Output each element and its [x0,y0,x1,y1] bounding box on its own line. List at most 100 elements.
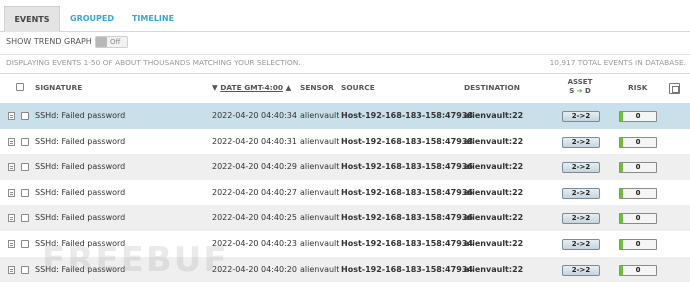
risk-fill [620,163,623,173]
date-cell: 2022-04-20 04:40:34 [212,111,297,120]
displaying-info: DISPLAYING EVENTS 1-50 OF ABOUT THOUSAND… [6,58,301,67]
tab-timeline[interactable]: TIMELINE [126,6,180,32]
tab-grouped[interactable]: GROUPED [64,6,120,32]
risk-fill [620,112,623,121]
event-detail-icon[interactable] [8,240,15,248]
source-cell[interactable]: Host-192-168-183-158:47934 [341,257,473,282]
destination-cell[interactable]: alienvault:22 [464,231,523,256]
date-cell: 2022-04-20 04:40:31 [212,136,297,146]
signature-cell[interactable]: SSHd: Failed password [35,205,125,230]
view-tabs: EVENTS GROUPED TIMELINE [0,0,690,32]
risk-value: 0 [635,214,641,223]
asset-value-badge: 2->2 [562,264,600,276]
col-date-label: DATE GMT-4:00 [220,83,284,92]
risk-fill [620,265,623,275]
destination-cell[interactable]: alienvault:22 [464,180,523,205]
col-asset-label: ASSET [567,78,593,86]
sensor-cell: alienvault [300,187,340,197]
row-checkbox[interactable] [21,137,29,146]
columns-config-icon[interactable] [669,83,680,94]
tab-events[interactable]: EVENTS [4,6,60,32]
risk-fill [620,188,623,198]
event-detail-icon[interactable] [8,188,15,197]
asset-source-letter: S [569,87,575,95]
col-date[interactable]: ▼ DATE GMT-4:00 ▲ [212,74,291,102]
signature-cell[interactable]: SSHd: Failed password [35,103,125,128]
trend-graph-label: SHOW TREND GRAPH [6,37,92,46]
sensor-cell: alienvault [300,162,340,172]
asset-value-badge: 2->2 [562,136,600,148]
row-checkbox[interactable] [21,112,29,120]
table-row[interactable]: SSHd: Failed password 2022-04-20 04:40:31… [0,129,690,155]
risk-bar: 0 [619,187,657,199]
row-checkbox[interactable] [21,188,29,197]
date-cell: 2022-04-20 04:40:29 [212,162,297,172]
toggle-knob [96,37,107,47]
event-detail-icon[interactable] [8,137,15,146]
risk-bar: 0 [619,162,657,174]
sensor-cell: alienvault [300,239,340,248]
risk-value: 0 [635,240,641,248]
col-asset[interactable]: ASSET S ➔ D [558,78,602,96]
risk-value: 0 [635,112,641,120]
event-detail-icon[interactable] [8,214,15,223]
date-cell: 2022-04-20 04:40:25 [212,213,297,223]
signature-cell[interactable]: SSHd: Failed password [35,129,125,154]
toggle-state-label: Off [110,38,121,46]
col-destination[interactable]: DESTINATION [464,74,520,102]
sensor-cell: alienvault [300,264,340,274]
asset-value-badge: 2->2 [562,187,600,199]
col-signature[interactable]: SIGNATURE [35,74,82,102]
source-cell[interactable]: Host-192-168-183-158:47936 [341,180,473,205]
risk-value: 0 [635,163,641,172]
row-checkbox[interactable] [21,163,29,172]
risk-fill [620,214,623,224]
watermark: FREEBUF [42,240,229,280]
select-all-checkbox[interactable] [16,83,24,91]
destination-cell[interactable]: alienvault:22 [464,154,523,179]
event-detail-icon[interactable] [8,163,15,172]
sort-desc-icon: ▼ [212,83,218,92]
row-checkbox[interactable] [21,265,29,274]
asset-value-badge: 2->2 [562,239,600,250]
table-row[interactable]: SSHd: Failed password 2022-04-20 04:40:29… [0,154,690,180]
source-cell[interactable]: Host-192-168-183-158:47934 [341,231,473,256]
risk-bar: 0 [619,136,657,148]
risk-value: 0 [635,137,641,146]
source-cell[interactable]: Host-192-168-183-158:47938 [341,103,473,128]
row-checkbox[interactable] [21,214,29,223]
col-asset-direction: S ➔ D [558,87,602,96]
event-detail-icon[interactable] [8,265,15,274]
sensor-cell: alienvault [300,111,340,120]
sensor-cell: alienvault [300,213,340,223]
asset-dest-letter: D [584,87,591,95]
trend-graph-toggle[interactable]: Off [95,36,128,48]
event-detail-icon[interactable] [8,112,15,120]
table-row[interactable]: SSHd: Failed password 2022-04-20 04:40:34… [0,103,690,129]
source-cell[interactable]: Host-192-168-183-158:47936 [341,154,473,179]
risk-bar: 0 [619,239,657,250]
risk-value: 0 [635,188,641,197]
divider [0,54,690,55]
source-cell[interactable]: Host-192-168-183-158:47936 [341,205,473,230]
signature-cell[interactable]: SSHd: Failed password [35,180,125,205]
risk-fill [620,240,623,249]
destination-cell[interactable]: alienvault:22 [464,129,523,154]
signature-cell[interactable]: SSHd: Failed password [35,154,125,179]
destination-cell[interactable]: alienvault:22 [464,103,523,128]
destination-cell[interactable]: alienvault:22 [464,257,523,282]
destination-cell[interactable]: alienvault:22 [464,205,523,230]
table-row[interactable]: SSHd: Failed password 2022-04-20 04:40:25… [0,205,690,231]
col-risk[interactable]: RISK [628,74,648,102]
col-source[interactable]: SOURCE [341,74,375,102]
col-sensor[interactable]: SENSOR [300,74,334,102]
asset-value-badge: 2->2 [562,162,600,174]
sensor-cell: alienvault [300,136,340,146]
asset-value-badge: 2->2 [562,111,600,122]
source-cell[interactable]: Host-192-168-183-158:47938 [341,129,473,154]
row-checkbox[interactable] [21,240,29,248]
asset-value-badge: 2->2 [562,213,600,225]
risk-bar: 0 [619,264,657,276]
table-row[interactable]: SSHd: Failed password 2022-04-20 04:40:27… [0,180,690,206]
arrow-right-icon: ➔ [576,87,583,95]
